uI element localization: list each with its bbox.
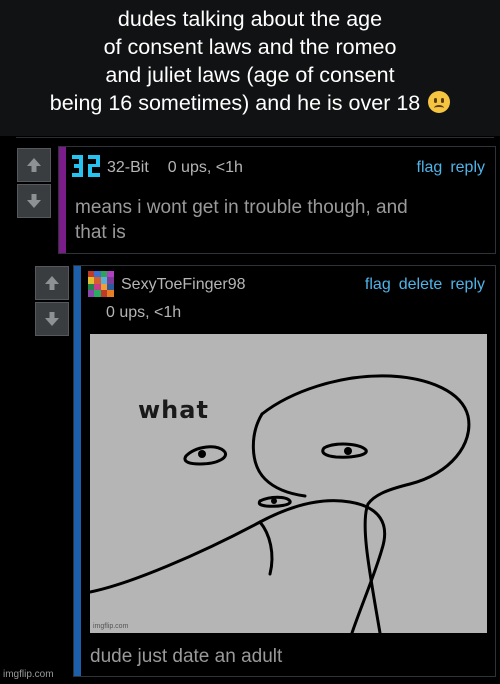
comment-text-line: that is — [75, 222, 126, 243]
reply-link[interactable]: reply — [450, 276, 485, 293]
comment-actions: flag reply — [409, 159, 485, 177]
arrow-up-icon — [27, 158, 41, 172]
divider — [16, 137, 494, 138]
image-watermark: imgflip.com — [93, 623, 129, 630]
caption-line: dudes talking about the age — [117, 7, 383, 31]
vote-controls — [35, 266, 69, 336]
reply-link[interactable]: reply — [450, 159, 485, 176]
avatar — [72, 155, 100, 177]
username-link[interactable]: 32-Bit — [107, 159, 149, 176]
username-link[interactable]: SexyToeFinger98 — [121, 276, 246, 294]
caption-line: of consent laws and the romeo — [103, 35, 397, 59]
comment-text: dude just date an adult — [90, 646, 283, 667]
flag-link[interactable]: flag — [365, 276, 391, 293]
arrow-down-icon — [27, 194, 41, 208]
comment-meta: 0 ups, <1h — [106, 304, 182, 321]
comment-actions: flag delete reply — [357, 276, 485, 294]
vote-controls — [17, 148, 51, 218]
comment-thread-stripe — [59, 147, 66, 253]
flag-link[interactable]: flag — [417, 159, 443, 176]
downvote-button[interactable] — [17, 184, 51, 218]
comment-text-line: means i wont get in trouble though, and — [75, 197, 408, 218]
imgflip-watermark: imgflip.com — [3, 669, 54, 680]
face-drawing — [90, 374, 471, 633]
caption-line: and juliet laws (age of consent — [105, 63, 395, 87]
comment: 32-Bit 0 ups, <1h flag reply means i wont… — [58, 146, 496, 254]
comment-meta: 0 ups, <1h — [167, 159, 243, 176]
avatar — [88, 271, 114, 297]
caption-line-text: being 16 sometimes) and he is over 18 — [49, 91, 421, 115]
comment-text: means i wont get in trouble though, and … — [75, 195, 490, 245]
worried-face-icon — [428, 91, 451, 113]
comment-image[interactable]: what imgflip.com — [90, 334, 487, 633]
delete-link[interactable]: delete — [399, 276, 443, 293]
arrow-up-icon — [45, 276, 59, 290]
meme-caption: dudes talking about the age of consent l… — [0, 0, 500, 136]
comment-thread-stripe — [74, 266, 81, 676]
downvote-button[interactable] — [35, 302, 69, 336]
upvote-button[interactable] — [35, 266, 69, 300]
arrow-down-icon — [45, 312, 59, 326]
upvote-button[interactable] — [17, 148, 51, 182]
caption-line: being 16 sometimes) and he is over 18 — [0, 89, 500, 117]
